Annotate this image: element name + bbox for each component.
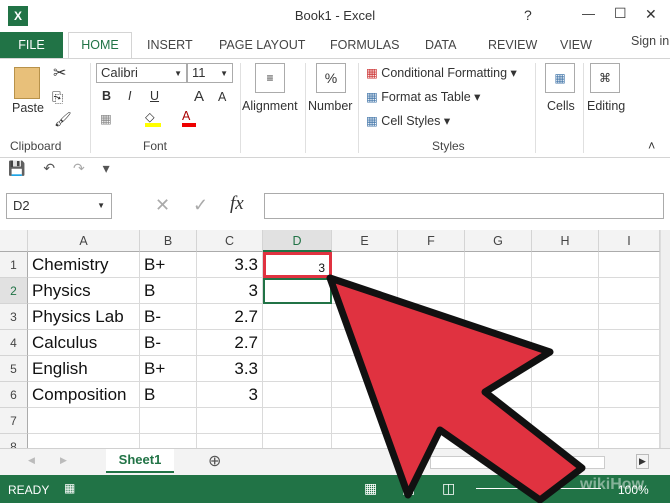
arrow-shape (326, 274, 586, 503)
wikihow-watermark: wikiHow (580, 476, 645, 493)
red-arrow-annotation (326, 274, 586, 503)
